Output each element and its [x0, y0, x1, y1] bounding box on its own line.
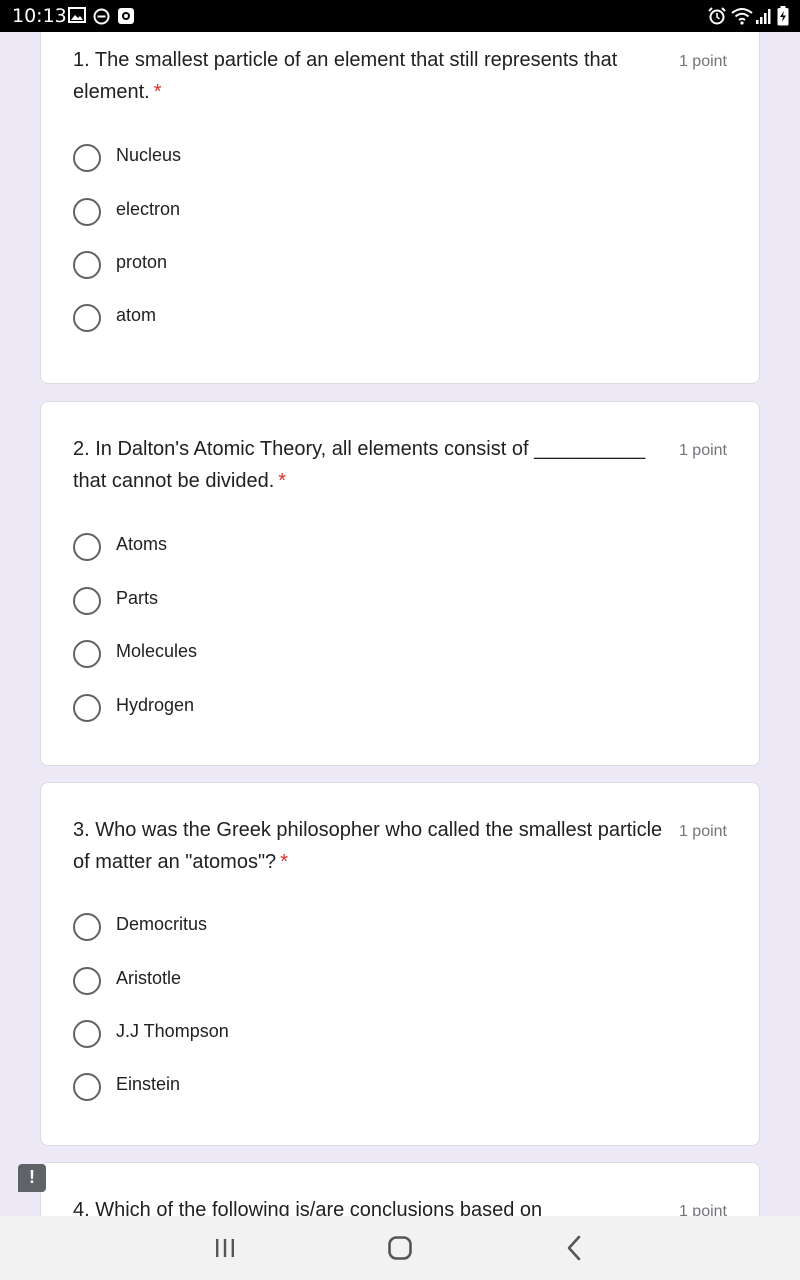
- option-label: proton: [116, 252, 168, 272]
- radio-option-nucleus[interactable]: Nucleus: [73, 143, 473, 173]
- option-label: Molecules: [116, 641, 198, 661]
- radio-option-hydrogen[interactable]: Hydrogen: [73, 693, 473, 723]
- required-asterisk: *: [153, 81, 162, 103]
- option-label: Aristotle: [116, 968, 182, 988]
- question-card-2: 2. In Dalton's Atomic Theory, all elemen…: [40, 401, 760, 766]
- alarm-icon: [708, 7, 726, 30]
- question-title: 1. The smallest particle of an element t…: [73, 44, 673, 108]
- radio-option-einstein[interactable]: Einstein: [73, 1072, 473, 1102]
- option-label: electron: [116, 199, 181, 219]
- question-text: 3. Who was the Greek philosopher who cal…: [73, 819, 663, 873]
- required-asterisk: *: [280, 851, 288, 873]
- home-icon[interactable]: [380, 1232, 420, 1264]
- question-text: 2. In Dalton's Atomic Theory, all elemen…: [73, 438, 646, 492]
- question-title: 4. Which of the following is/are conclus…: [73, 1194, 673, 1216]
- radio-button[interactable]: [73, 1073, 101, 1101]
- radio-option-democritus[interactable]: Democritus: [73, 912, 473, 942]
- radio-button[interactable]: [73, 967, 101, 995]
- option-label: Hydrogen: [116, 695, 195, 715]
- question-title: 3. Who was the Greek philosopher who cal…: [73, 814, 673, 878]
- radio-button[interactable]: [73, 913, 101, 941]
- question-points: 1 point: [678, 442, 727, 459]
- back-icon[interactable]: [555, 1232, 595, 1264]
- screen-recorder-icon: [118, 8, 134, 29]
- radio-button[interactable]: [73, 304, 101, 332]
- status-bar: 10:13: [0, 0, 800, 32]
- radio-button[interactable]: [73, 1020, 101, 1048]
- question-card-1: 1. The smallest particle of an element t…: [40, 32, 760, 384]
- signal-icon: [756, 7, 772, 30]
- wifi-icon: [731, 7, 753, 30]
- question-points: 1 point: [678, 53, 727, 70]
- question-points: 1 point: [678, 823, 727, 840]
- radio-button[interactable]: [73, 640, 101, 668]
- image-icon: [68, 7, 86, 28]
- form-content[interactable]: 1. The smallest particle of an element t…: [0, 32, 800, 1216]
- report-feedback-icon[interactable]: !: [18, 1164, 46, 1192]
- radio-option-proton[interactable]: proton: [73, 250, 473, 280]
- option-label: Nucleus: [116, 145, 182, 165]
- radio-option-parts[interactable]: Parts: [73, 586, 473, 616]
- required-asterisk: *: [278, 470, 287, 492]
- battery-charging-icon: [777, 6, 789, 31]
- status-time: 10:13: [12, 5, 67, 27]
- radio-button[interactable]: [73, 587, 101, 615]
- question-points: 1 point: [678, 1203, 727, 1216]
- radio-option-electron[interactable]: electron: [73, 197, 473, 227]
- option-label: Democritus: [116, 914, 208, 934]
- radio-button[interactable]: [73, 198, 101, 226]
- radio-option-molecules[interactable]: Molecules: [73, 639, 473, 669]
- navigation-bar: [0, 1216, 800, 1280]
- option-label: atom: [116, 305, 157, 325]
- radio-option-atoms[interactable]: Atoms: [73, 532, 473, 562]
- radio-option-aristotle[interactable]: Aristotle: [73, 966, 473, 996]
- option-label: J.J Thompson: [116, 1021, 229, 1041]
- option-label: Einstein: [116, 1074, 181, 1094]
- question-title: 2. In Dalton's Atomic Theory, all elemen…: [73, 433, 673, 497]
- radio-option-atom[interactable]: atom: [73, 303, 473, 333]
- radio-button[interactable]: [73, 251, 101, 279]
- do-not-disturb-icon: [93, 8, 110, 30]
- question-card-3: 3. Who was the Greek philosopher who cal…: [40, 782, 760, 1146]
- option-label: Parts: [116, 588, 159, 608]
- recent-apps-icon[interactable]: [205, 1232, 245, 1264]
- radio-button[interactable]: [73, 533, 101, 561]
- option-label: Atoms: [116, 534, 168, 554]
- question-text: 4. Which of the following is/are conclus…: [73, 1199, 543, 1216]
- radio-option-jj-thompson[interactable]: J.J Thompson: [73, 1019, 473, 1049]
- question-card-4: 4. Which of the following is/are conclus…: [40, 1162, 760, 1216]
- radio-button[interactable]: [73, 144, 101, 172]
- radio-button[interactable]: [73, 694, 101, 722]
